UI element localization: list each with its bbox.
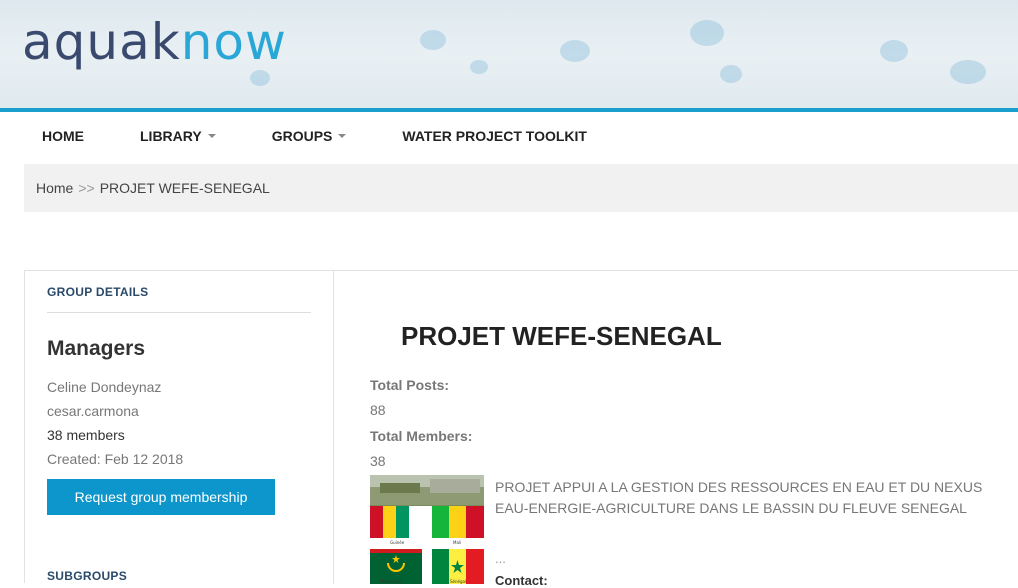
group-content: PROJET WEFE-SENEGAL Total Posts: 88 Tota… — [335, 271, 1018, 588]
flag-caption: Guinée — [390, 540, 405, 545]
manager-link[interactable]: cesar.carmona — [47, 403, 139, 419]
sidebar-divider — [47, 312, 311, 313]
group-thumbnail-image: Guinée Mali Mauritanie Sénégal — [370, 475, 484, 584]
member-count: 38 members — [47, 427, 125, 443]
nav-water-project-toolkit[interactable]: WATER PROJECT TOOLKIT — [402, 128, 587, 144]
main-nav: HOME LIBRARY GROUPS WATER PROJECT TOOLKI… — [22, 118, 623, 154]
description-ellipsis: ... — [495, 551, 506, 566]
nav-groups[interactable]: GROUPS — [272, 128, 347, 144]
logo-text-k: k — [150, 13, 181, 71]
total-posts-label: Total Posts: — [370, 377, 450, 393]
manager-link[interactable]: Celine Dondeynaz — [47, 379, 161, 395]
nav-water-project-toolkit-label: WATER PROJECT TOOLKIT — [402, 128, 587, 144]
water-splash-decoration — [470, 60, 488, 74]
nav-library[interactable]: LIBRARY — [140, 128, 216, 144]
subgroups-heading: SUBGROUPS — [47, 569, 128, 583]
breadcrumb-current: PROJET WEFE-SENEGAL — [99, 180, 270, 196]
water-splash-decoration — [720, 65, 742, 83]
flag-caption: Mali — [453, 540, 461, 545]
group-sidebar: GROUP DETAILS Managers Celine Dondeynaz … — [25, 271, 334, 584]
header-banner: aquaknow — [0, 0, 1018, 112]
logo-text-now: now — [180, 13, 287, 71]
water-splash-decoration — [950, 60, 986, 84]
caret-down-icon — [207, 134, 216, 138]
flag-caption: Sénégal — [450, 579, 466, 584]
created-date: Created: Feb 12 2018 — [47, 451, 184, 467]
water-splash-decoration — [880, 40, 908, 62]
request-membership-button[interactable]: Request group membership — [47, 479, 275, 515]
managers-title: Managers — [47, 337, 146, 360]
group-details-heading: GROUP DETAILS — [47, 285, 149, 299]
logo-text-aqua: aqua — [22, 13, 151, 71]
caret-down-icon — [338, 134, 347, 138]
group-panel: GROUP DETAILS Managers Celine Dondeynaz … — [24, 270, 1018, 588]
total-posts-value: 88 — [370, 402, 386, 418]
water-splash-decoration — [560, 40, 590, 62]
total-members-value: 38 — [370, 453, 386, 469]
aquaknow-logo[interactable]: aquaknow — [22, 12, 287, 72]
nav-home[interactable]: HOME — [42, 128, 84, 144]
breadcrumb-home-link[interactable]: Home — [36, 180, 73, 196]
nav-groups-label: GROUPS — [271, 128, 333, 144]
page-title: PROJET WEFE-SENEGAL — [401, 321, 722, 351]
nav-home-label: HOME — [42, 128, 84, 144]
breadcrumb-separator: >> — [78, 180, 95, 196]
water-splash-decoration — [250, 70, 270, 86]
total-members-label: Total Members: — [370, 428, 473, 444]
water-splash-decoration — [690, 20, 724, 46]
breadcrumb: Home >> PROJET WEFE-SENEGAL — [24, 164, 1018, 212]
group-description: PROJET APPUI A LA GESTION DES RESSOURCES… — [495, 479, 983, 516]
flag-caption: Mauritanie — [380, 579, 402, 584]
water-splash-decoration — [420, 30, 446, 50]
nav-library-label: LIBRARY — [140, 128, 202, 144]
contact-label: Contact: — [495, 573, 548, 588]
